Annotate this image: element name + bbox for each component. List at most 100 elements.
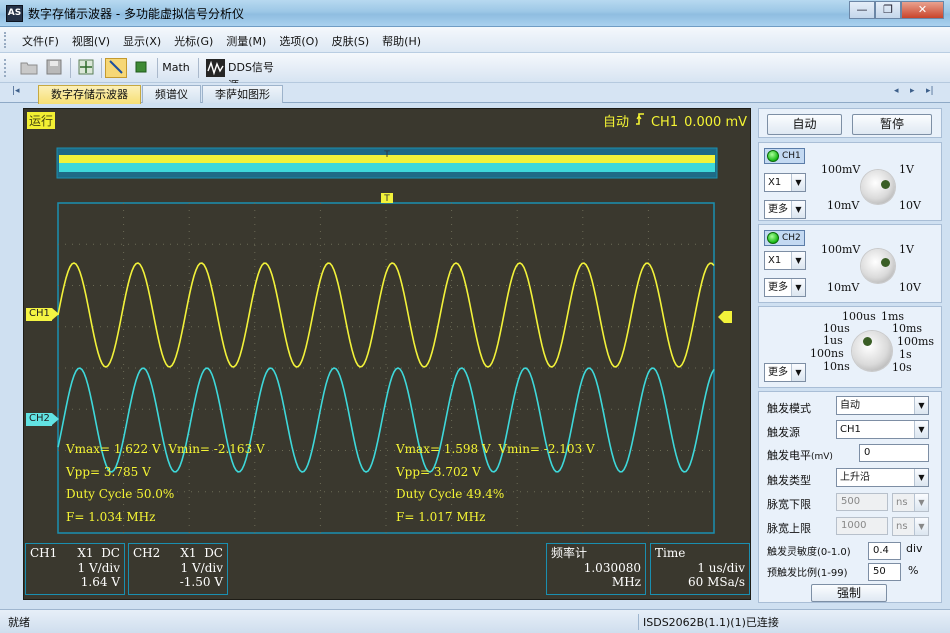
menu-display[interactable]: 显示(X) bbox=[123, 33, 161, 49]
ch2-info-box: CH2 X1 DC 1 V/div -1.50 V bbox=[128, 543, 228, 595]
maximize-button[interactable]: ❐ bbox=[875, 1, 901, 19]
trigger-source-label: 触发源 bbox=[767, 426, 800, 439]
pause-button[interactable]: 暂停 bbox=[852, 114, 932, 135]
scope-display[interactable]: T T 运行 自动 CH1 0.000 mV CH1 CH2 Vmax= 1.622 … bbox=[23, 108, 751, 600]
ch1-control-group: CH1 X1 ▼ 更多 ▼ 100mV 1V 10mV 10V bbox=[758, 142, 942, 221]
trigger-level-label: 触发电平(mV) bbox=[767, 447, 833, 463]
chevron-down-icon: ▼ bbox=[791, 201, 805, 218]
chevron-down-icon: ▼ bbox=[914, 397, 928, 414]
ch2-more-select[interactable]: 更多 ▼ bbox=[764, 278, 806, 297]
ch2-info-offset: -1.50 V bbox=[179, 575, 223, 589]
stop-icon[interactable] bbox=[130, 58, 152, 78]
pulse-width-low-unit-select[interactable]: ns ▼ bbox=[892, 493, 929, 512]
ch1-enable-toggle[interactable]: CH1 bbox=[764, 148, 805, 164]
waveform-icon bbox=[206, 59, 225, 77]
run-status: 运行 bbox=[27, 112, 56, 129]
trigger-level-input[interactable]: 0 bbox=[859, 444, 929, 462]
pulse-width-low-input[interactable]: 500 bbox=[836, 493, 888, 511]
trigger-type-select[interactable]: 上升沿 ▼ bbox=[836, 468, 929, 487]
ch1-probe-select[interactable]: X1 ▼ bbox=[764, 173, 806, 192]
ch1-info-name: CH1 bbox=[30, 546, 58, 560]
tab-last-icon[interactable]: ▸| bbox=[926, 86, 934, 96]
timebase-knob[interactable] bbox=[852, 331, 892, 371]
menu-cursor[interactable]: 光标(G) bbox=[174, 33, 213, 49]
trigger-level-marker bbox=[718, 311, 732, 323]
knob-indicator-icon bbox=[881, 180, 890, 189]
math-button[interactable]: Math bbox=[160, 58, 192, 78]
ch1-volts-div-knob[interactable] bbox=[861, 170, 895, 204]
ch1-knob-label-10v: 10V bbox=[899, 199, 921, 212]
ch2-vpp: Vpp= 3.702 V bbox=[396, 464, 481, 479]
trigger-mode-select[interactable]: 自动 ▼ bbox=[836, 396, 929, 415]
toolbar-separator bbox=[157, 58, 158, 78]
minimize-button[interactable]: — bbox=[849, 1, 875, 19]
open-folder-icon[interactable] bbox=[18, 58, 40, 78]
ch1-more-select[interactable]: 更多 ▼ bbox=[764, 200, 806, 219]
toolbar-separator bbox=[198, 58, 199, 78]
menu-grip[interactable] bbox=[4, 32, 7, 48]
tab-lissajous[interactable]: 李萨如图形 bbox=[202, 85, 283, 103]
draw-line-icon[interactable] bbox=[105, 58, 127, 78]
knob-indicator-icon bbox=[881, 258, 890, 267]
trigger-source-select[interactable]: CH1 ▼ bbox=[836, 420, 929, 439]
chevron-down-icon: ▼ bbox=[914, 469, 928, 486]
pulse-width-high-unit-select[interactable]: ns ▼ bbox=[892, 517, 929, 536]
pulse-width-low-unit: ns bbox=[896, 497, 908, 508]
menu-measure[interactable]: 测量(M) bbox=[226, 33, 266, 49]
tab-oscilloscope[interactable]: 数字存储示波器 bbox=[38, 85, 141, 104]
tab-spectrum[interactable]: 频谱仪 bbox=[142, 85, 201, 103]
ch2-offset-marker[interactable]: CH2 bbox=[26, 413, 59, 426]
ch1-more-label: 更多 bbox=[768, 204, 788, 215]
ch2-probe-select[interactable]: X1 ▼ bbox=[764, 251, 806, 270]
ch1-offset-marker[interactable]: CH1 bbox=[26, 308, 59, 321]
ch2-knob-label-1v: 1V bbox=[899, 243, 914, 256]
save-icon[interactable] bbox=[43, 58, 65, 78]
menu-skin[interactable]: 皮肤(S) bbox=[332, 33, 370, 49]
app-icon: AS bbox=[6, 5, 23, 22]
pulse-width-high-label: 脉宽上限 bbox=[767, 522, 811, 535]
pretrigger-unit: % bbox=[908, 564, 919, 577]
counter-label: 频率计 bbox=[551, 546, 588, 560]
ch2-info-coupling: DC bbox=[204, 546, 223, 560]
ch2-enable-toggle[interactable]: CH2 bbox=[764, 230, 805, 246]
trigger-channel-readout: CH1 bbox=[650, 115, 679, 130]
pulse-width-high-input[interactable]: 1000 bbox=[836, 517, 888, 535]
time-scale: 1 us/div bbox=[697, 560, 745, 575]
ch2-knob-label-100mv: 100mV bbox=[821, 243, 861, 256]
menu-view[interactable]: 视图(V) bbox=[72, 33, 110, 49]
counter-value: 1.030080 MHz bbox=[583, 560, 641, 590]
ch2-duty: Duty Cycle 49.4% bbox=[396, 487, 505, 501]
dds-signal-source-button[interactable]: DDS信号源 bbox=[203, 58, 285, 92]
timebase-more-select[interactable]: 更多 ▼ bbox=[764, 363, 806, 382]
tb-label-100ms: 100ms bbox=[897, 335, 935, 348]
ch1-vmax: Vmax= 1.622 V bbox=[66, 442, 161, 456]
ch2-volts-div-knob[interactable] bbox=[861, 249, 895, 283]
menu-file[interactable]: 文件(F) bbox=[22, 33, 59, 49]
auto-button[interactable]: 自动 bbox=[767, 114, 842, 135]
chevron-down-icon: ▼ bbox=[914, 421, 928, 438]
toolbar: Math DDS信号源 bbox=[0, 53, 950, 92]
menu-help[interactable]: 帮助(H) bbox=[382, 33, 421, 49]
tab-prev-icon[interactable]: ◂ bbox=[894, 86, 899, 96]
ch1-info-offset: 1.64 V bbox=[80, 575, 120, 589]
menu-options[interactable]: 选项(O) bbox=[279, 33, 318, 49]
close-button[interactable]: ✕ bbox=[901, 1, 944, 19]
force-trigger-button[interactable]: 强制 bbox=[811, 584, 887, 602]
tb-label-1s: 1s bbox=[899, 348, 912, 361]
tb-label-10ms: 10ms bbox=[892, 322, 923, 335]
menu-bar: 文件(F) 视图(V) 显示(X) 光标(G) 测量(M) 选项(O) 皮肤(S… bbox=[0, 27, 950, 53]
trigger-sensitivity-input[interactable]: 0.4 bbox=[868, 542, 901, 560]
crosshair-icon[interactable] bbox=[75, 58, 97, 78]
toolbar-grip[interactable] bbox=[4, 59, 7, 77]
run-control-group: 自动 暂停 bbox=[758, 108, 942, 138]
tab-first-icon[interactable]: |◂ bbox=[12, 86, 20, 96]
window-controls: — ❐ ✕ bbox=[849, 1, 944, 19]
pretrigger-input[interactable]: 50 bbox=[868, 563, 901, 581]
toolbar-separator bbox=[101, 58, 102, 78]
trigger-type-label: 触发类型 bbox=[767, 474, 811, 487]
tab-next-icon[interactable]: ▸ bbox=[910, 86, 915, 96]
trigger-level-readout: 0.000 mV bbox=[684, 115, 747, 130]
ch1-probe-value: X1 bbox=[768, 177, 782, 188]
trigger-mode-value: 自动 bbox=[840, 400, 860, 411]
timebase-info-box: Time 1 us/div 60 MSa/s bbox=[650, 543, 750, 595]
